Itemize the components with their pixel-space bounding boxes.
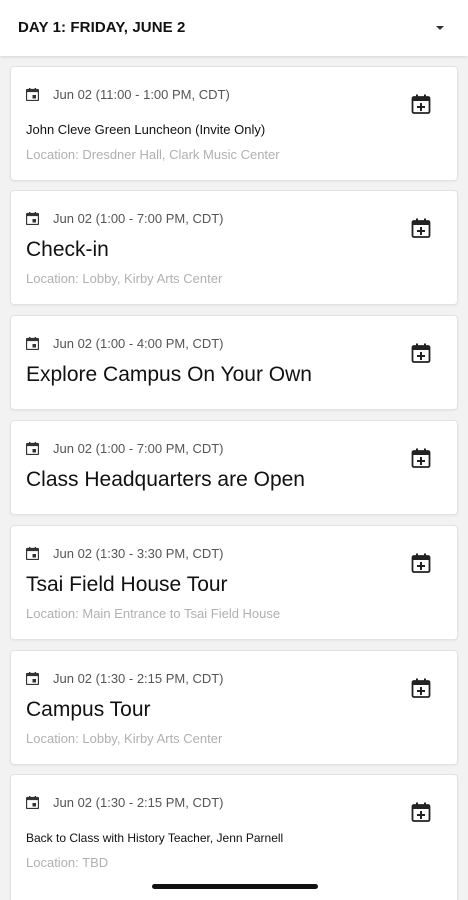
event-title: Check-in: [26, 238, 109, 261]
event-title: John Cleve Green Luncheon (Invite Only): [26, 122, 266, 137]
event-card[interactable]: Jun 02 (1:00 - 4:00 PM, CDT) Explore Cam…: [10, 315, 458, 410]
calendar-add-icon[interactable]: [410, 342, 432, 364]
event-location: Location: Dresdner Hall, Clark Music Cen…: [26, 147, 280, 162]
schedule-screen: DAY 1: FRIDAY, JUNE 2 Jun 02 (11:00 - 1:…: [0, 0, 468, 900]
calendar-icon: [26, 212, 39, 225]
calendar-add-icon[interactable]: [410, 447, 432, 469]
event-date: Jun 02 (1:00 - 4:00 PM, CDT): [53, 336, 224, 351]
calendar-icon: [26, 672, 39, 685]
home-indicator[interactable]: [152, 884, 318, 889]
event-location: Location: Lobby, Kirby Arts Center: [26, 731, 223, 746]
calendar-icon: [26, 442, 39, 455]
event-date: Jun 02 (1:00 - 7:00 PM, CDT): [53, 211, 224, 226]
calendar-icon: [26, 337, 39, 350]
calendar-add-icon[interactable]: [410, 552, 432, 574]
event-location: Location: Main Entrance to Tsai Field Ho…: [26, 606, 281, 621]
event-card[interactable]: Jun 02 (1:00 - 7:00 PM, CDT) Class Headq…: [10, 420, 458, 515]
event-location: Location: TBD: [26, 855, 109, 870]
calendar-icon: [26, 796, 39, 809]
event-date: Jun 02 (1:00 - 7:00 PM, CDT): [53, 441, 224, 456]
event-location: Location: Lobby, Kirby Arts Center: [26, 271, 223, 286]
event-date: Jun 02 (1:30 - 3:30 PM, CDT): [53, 546, 224, 561]
caret-down-icon[interactable]: [436, 26, 444, 30]
event-title: Campus Tour: [26, 698, 151, 721]
event-list[interactable]: Jun 02 (11:00 - 1:00 PM, CDT) John Cleve…: [0, 56, 468, 900]
calendar-icon: [26, 88, 39, 101]
event-card[interactable]: Jun 02 (1:30 - 2:15 PM, CDT) Campus Tour…: [10, 650, 458, 765]
event-card[interactable]: Jun 02 (11:00 - 1:00 PM, CDT) John Cleve…: [10, 66, 458, 181]
event-date: Jun 02 (1:30 - 2:15 PM, CDT): [53, 671, 224, 686]
day-selector[interactable]: DAY 1: FRIDAY, JUNE 2: [0, 0, 468, 56]
calendar-add-icon[interactable]: [410, 677, 432, 699]
event-date: Jun 02 (11:00 - 1:00 PM, CDT): [53, 87, 230, 102]
calendar-add-icon[interactable]: [410, 217, 432, 239]
event-title: Explore Campus On Your Own: [26, 363, 312, 386]
calendar-add-icon[interactable]: [410, 801, 432, 823]
calendar-icon: [26, 547, 39, 560]
event-card[interactable]: Jun 02 (1:00 - 7:00 PM, CDT) Check-in Lo…: [10, 190, 458, 305]
calendar-add-icon[interactable]: [410, 93, 432, 115]
event-card[interactable]: Jun 02 (1:30 - 3:30 PM, CDT) Tsai Field …: [10, 525, 458, 640]
event-date: Jun 02 (1:30 - 2:15 PM, CDT): [53, 795, 224, 810]
event-title: Tsai Field House Tour: [26, 573, 228, 596]
event-title: Back to Class with History Teacher, Jenn…: [26, 831, 284, 845]
day-selector-label: DAY 1: FRIDAY, JUNE 2: [18, 19, 186, 36]
event-card[interactable]: Jun 02 (1:30 - 2:15 PM, CDT) Back to Cla…: [10, 774, 458, 900]
event-title: Class Headquarters are Open: [26, 468, 305, 491]
